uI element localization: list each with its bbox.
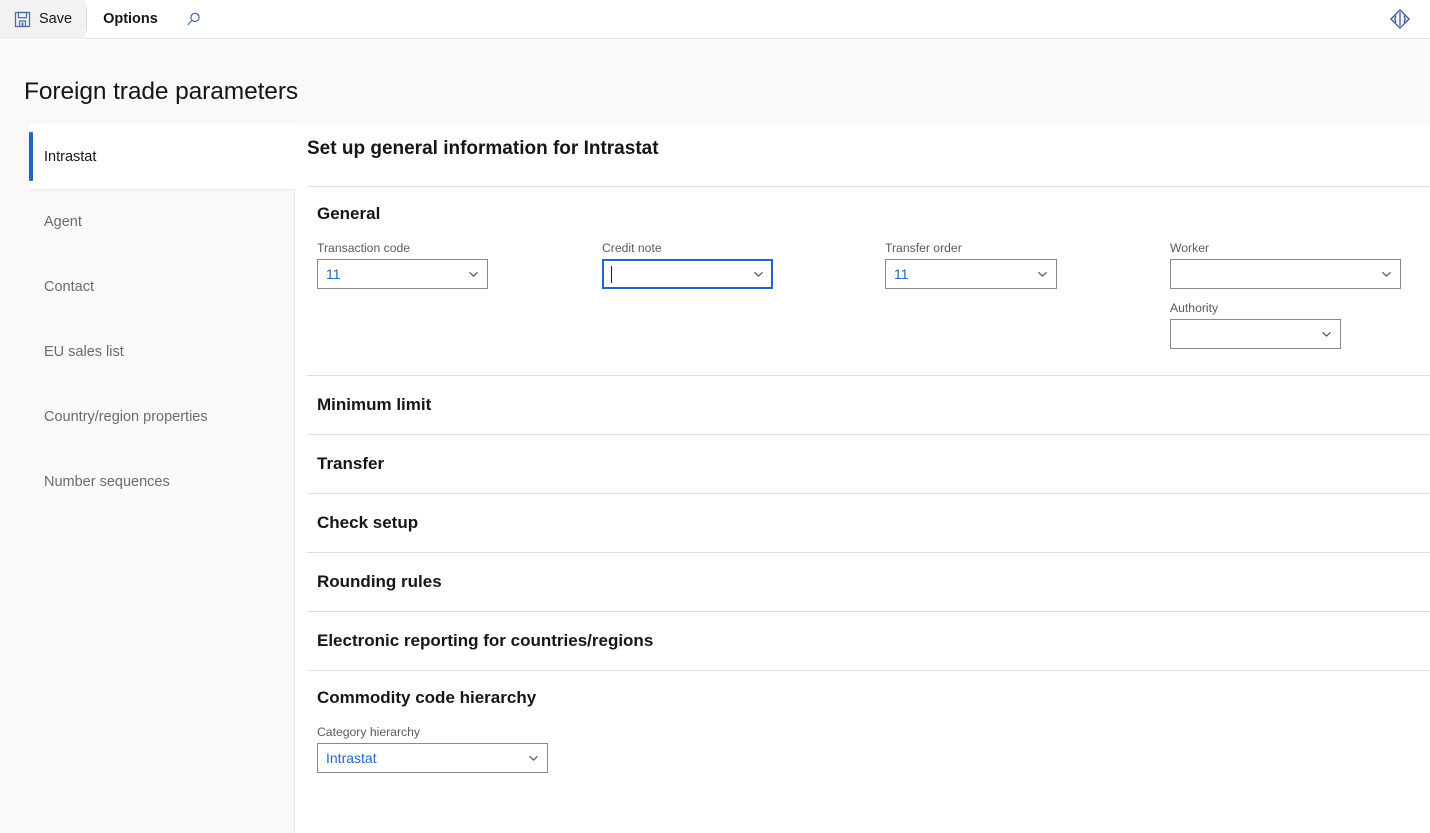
worker-label: Worker	[1170, 241, 1210, 255]
options-label: Options	[103, 11, 158, 27]
chevron-down-icon	[1320, 328, 1333, 341]
credit-note-label: Credit note	[602, 241, 662, 255]
sidebar-item-eu-sales-list[interactable]: EU sales list	[0, 319, 294, 384]
sidebar-item-label: Intrastat	[44, 148, 97, 165]
section-check-setup-header[interactable]: Check setup	[307, 494, 1430, 552]
options-button[interactable]: Options	[87, 0, 174, 39]
field-transfer-order: Transfer order 11	[885, 241, 1170, 289]
page-title: Foreign trade parameters	[24, 78, 299, 105]
worker-input[interactable]	[1170, 259, 1401, 289]
section-minimum-limit: Minimum limit	[307, 375, 1430, 434]
chevron-down-icon	[527, 752, 540, 765]
sidebar-item-country-region-properties[interactable]: Country/region properties	[0, 384, 294, 449]
category-hierarchy-label: Category hierarchy	[317, 725, 420, 739]
section-check-setup-title: Check setup	[317, 513, 419, 532]
section-check-setup: Check setup	[307, 493, 1430, 552]
section-commodity-code-hierarchy-body: Category hierarchy Intrastat	[307, 725, 1430, 799]
text-caret	[611, 265, 612, 283]
section-minimum-limit-header[interactable]: Minimum limit	[307, 376, 1430, 434]
content-heading: Set up general information for Intrastat	[307, 138, 659, 159]
transfer-order-label: Transfer order	[885, 241, 962, 255]
chevron-down-icon	[752, 268, 765, 281]
floppy-disk-icon	[14, 11, 31, 28]
section-transfer-title: Transfer	[317, 454, 385, 473]
chevron-down-icon	[1036, 268, 1049, 281]
section-list: General Transaction code 11 Credit note …	[307, 186, 1430, 799]
section-rounding-rules-header[interactable]: Rounding rules	[307, 553, 1430, 611]
transfer-order-input[interactable]: 11	[885, 259, 1057, 289]
section-general: General Transaction code 11 Credit note …	[307, 186, 1430, 375]
sidebar-item-intrastat[interactable]: Intrastat	[29, 124, 295, 189]
field-category-hierarchy: Category hierarchy Intrastat	[317, 725, 1430, 773]
field-authority: Authority	[1170, 301, 1420, 349]
chevron-down-icon	[467, 268, 480, 281]
section-rounding-rules: Rounding rules	[307, 552, 1430, 611]
section-commodity-code-hierarchy-title: Commodity code hierarchy	[317, 688, 537, 707]
sidebar-item-label: Contact	[44, 278, 94, 295]
section-commodity-code-hierarchy: Commodity code hierarchy Category hierar…	[307, 670, 1430, 799]
section-general-header[interactable]: General	[307, 187, 1430, 241]
sidebar-item-contact[interactable]: Contact	[0, 254, 294, 319]
save-button[interactable]: Save	[0, 0, 87, 39]
authority-input[interactable]	[1170, 319, 1341, 349]
section-transfer-header[interactable]: Transfer	[307, 435, 1430, 493]
section-commodity-code-hierarchy-header[interactable]: Commodity code hierarchy	[307, 671, 1430, 725]
section-electronic-reporting: Electronic reporting for countries/regio…	[307, 611, 1430, 670]
diamond-settings-button[interactable]	[1382, 1, 1418, 37]
field-credit-note: Credit note	[602, 241, 885, 289]
search-button[interactable]	[174, 0, 214, 39]
section-general-body: Transaction code 11 Credit note Transfer…	[307, 241, 1430, 375]
section-minimum-limit-title: Minimum limit	[317, 395, 432, 414]
save-label: Save	[39, 11, 73, 27]
page-title-band: Foreign trade parameters	[0, 40, 1430, 124]
field-group-worker-authority: Worker Authority	[1170, 241, 1420, 349]
sidebar-nav: Intrastat Agent Contact EU sales list Co…	[0, 124, 295, 833]
transfer-order-value: 11	[894, 266, 909, 282]
command-bar: Save Options	[0, 0, 1430, 39]
sidebar-item-label: Country/region properties	[44, 408, 208, 425]
command-bar-left: Save Options	[0, 0, 214, 39]
transaction-code-value: 11	[326, 266, 341, 282]
authority-label: Authority	[1170, 301, 1219, 315]
main-content: Set up general information for Intrastat…	[295, 124, 1430, 833]
page-body: Intrastat Agent Contact EU sales list Co…	[0, 124, 1430, 833]
command-bar-right	[1382, 0, 1430, 39]
chevron-down-icon	[1380, 268, 1393, 281]
sidebar-item-number-sequences[interactable]: Number sequences	[0, 449, 294, 514]
general-field-row: Transaction code 11 Credit note Transfer…	[317, 241, 1430, 349]
section-rounding-rules-title: Rounding rules	[317, 572, 442, 591]
category-hierarchy-value: Intrastat	[326, 750, 377, 766]
category-hierarchy-input[interactable]: Intrastat	[317, 743, 548, 773]
sidebar-item-label: EU sales list	[44, 343, 124, 360]
sidebar-item-label: Number sequences	[44, 473, 170, 490]
transaction-code-input[interactable]: 11	[317, 259, 488, 289]
section-general-title: General	[317, 204, 381, 223]
transaction-code-label: Transaction code	[317, 241, 411, 255]
section-transfer: Transfer	[307, 434, 1430, 493]
search-icon	[185, 11, 202, 28]
sidebar-item-label: Agent	[44, 213, 82, 230]
section-electronic-reporting-header[interactable]: Electronic reporting for countries/regio…	[307, 612, 1430, 670]
diamond-icon	[1389, 8, 1411, 30]
field-worker: Worker	[1170, 241, 1420, 289]
field-transaction-code: Transaction code 11	[317, 241, 602, 289]
credit-note-input[interactable]	[602, 259, 773, 289]
section-electronic-reporting-title: Electronic reporting for countries/regio…	[317, 631, 654, 650]
sidebar-item-agent[interactable]: Agent	[0, 189, 294, 254]
